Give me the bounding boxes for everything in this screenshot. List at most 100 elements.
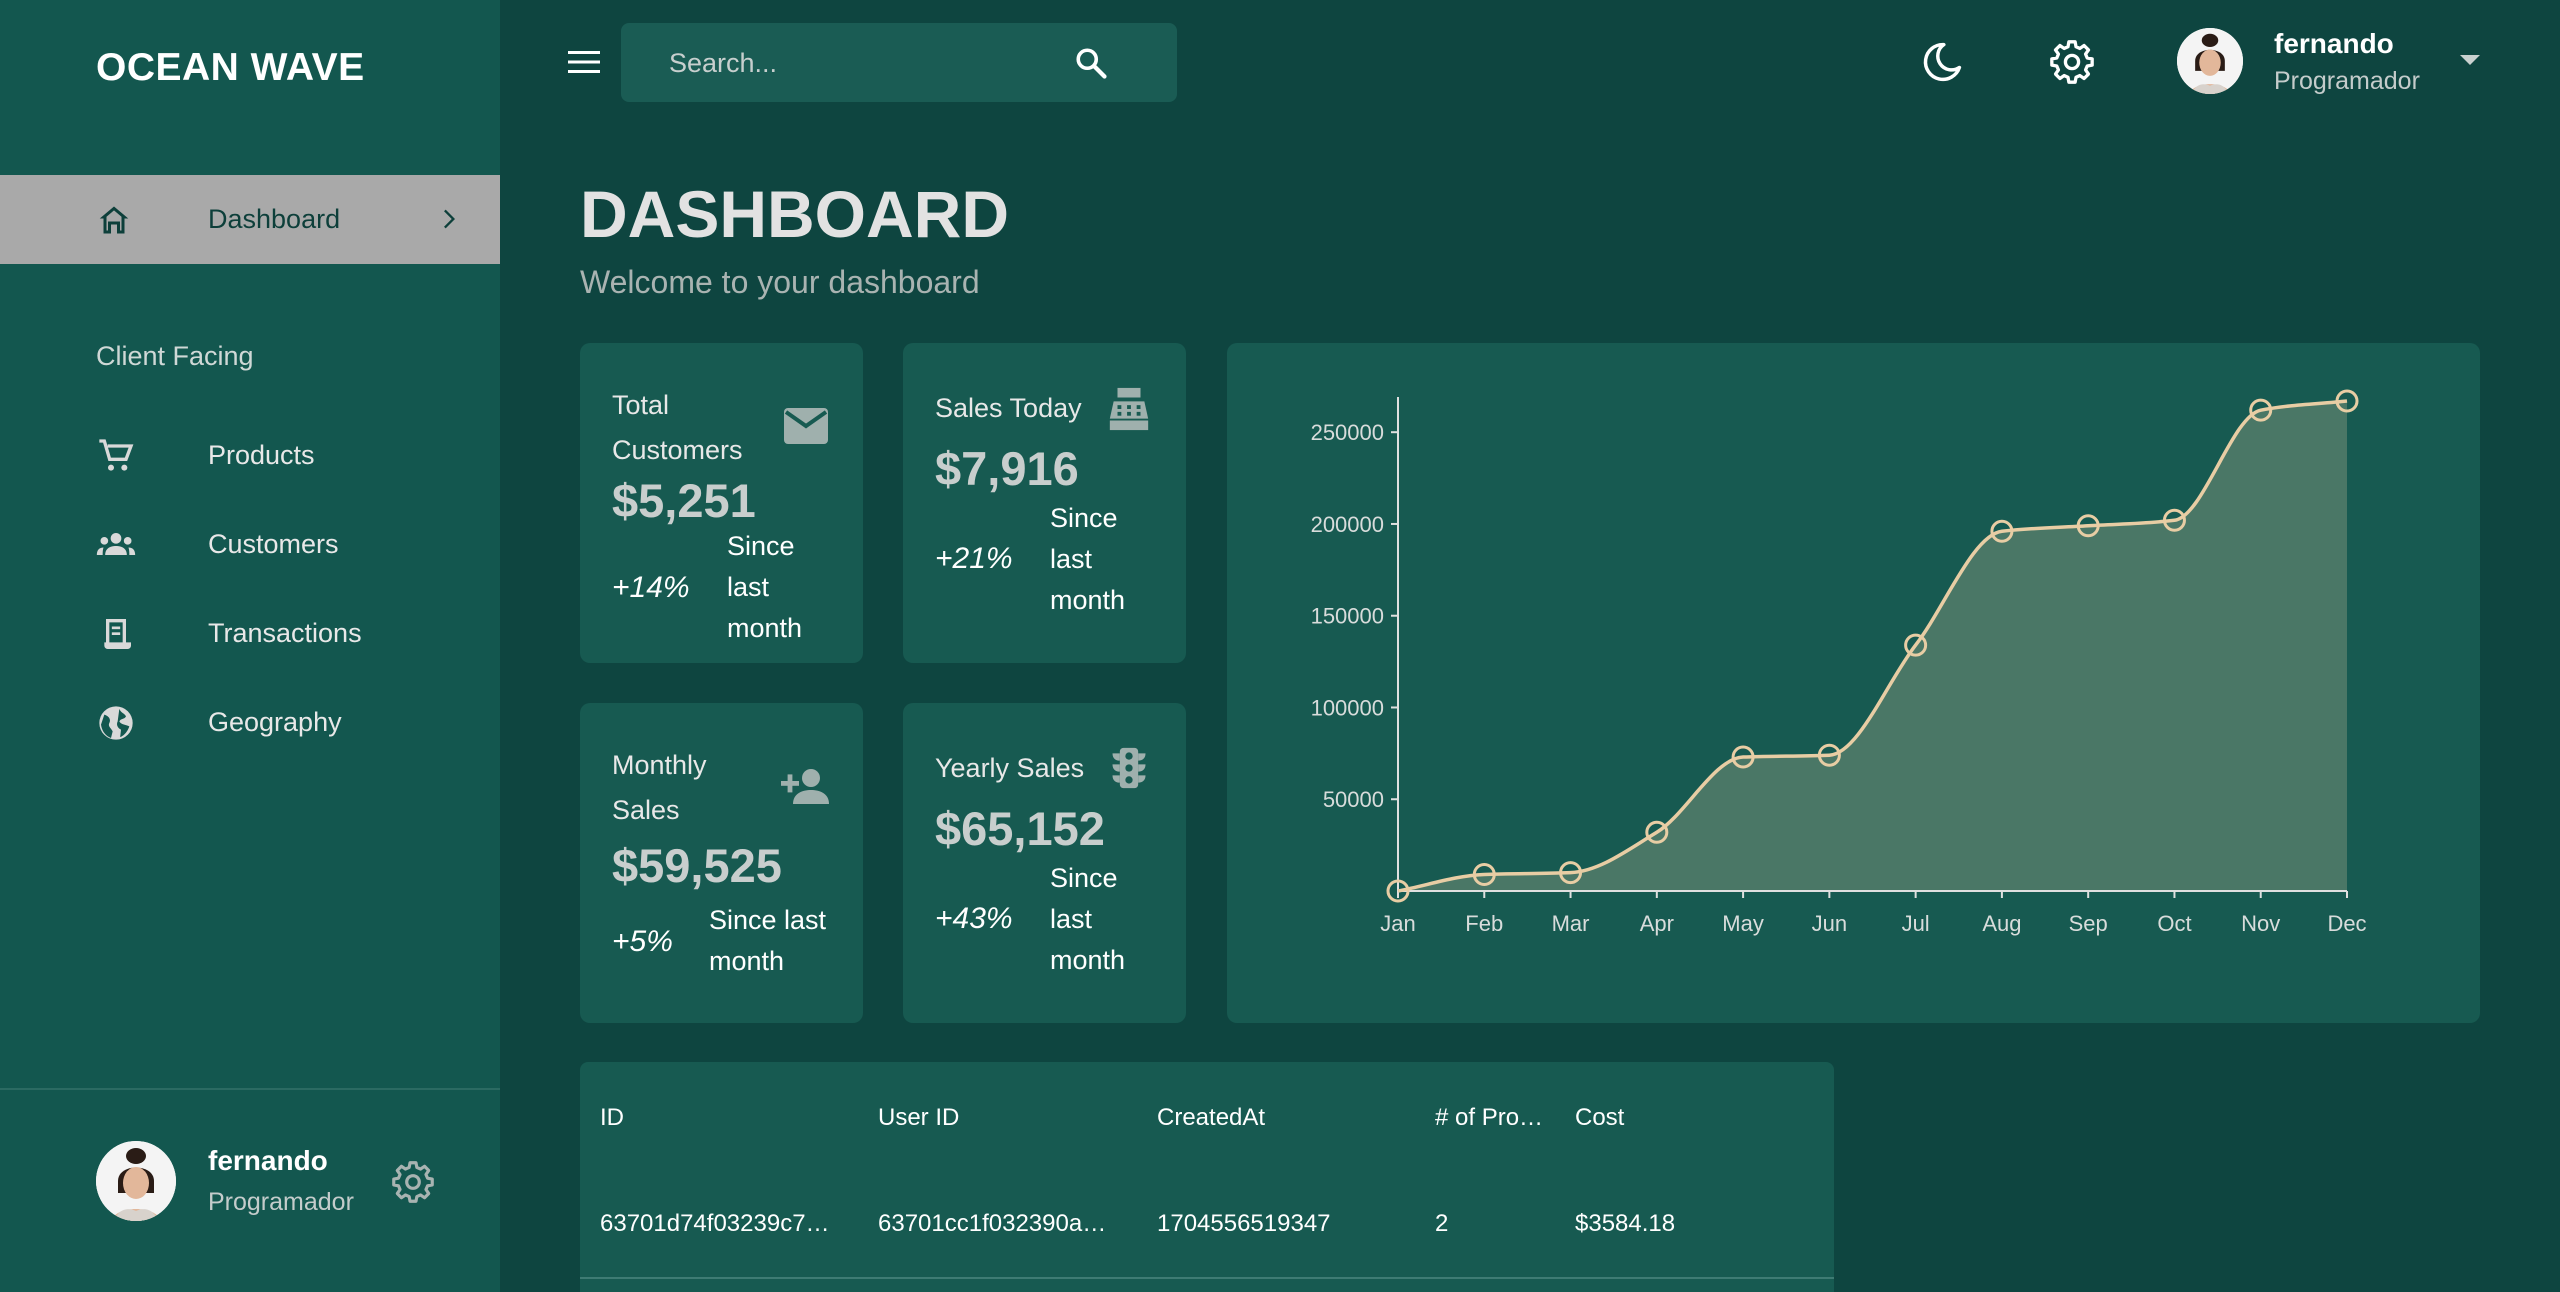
- email-icon: [784, 408, 828, 444]
- x-tick-label: Nov: [2241, 911, 2280, 936]
- stat-note-line: month: [709, 946, 785, 976]
- section-title-client-facing: Client Facing: [96, 341, 254, 371]
- stat-card-sales-today: Sales Today $7,916 +21% Since last month: [903, 343, 1186, 663]
- sidebar: OCEAN WAVE Dashboard Client Facing Produ…: [0, 0, 500, 1292]
- stat-note-line: month: [1050, 945, 1126, 975]
- stat-note-line: Since last: [709, 905, 827, 935]
- shopping-cart-icon: [99, 439, 134, 471]
- stat-title-line: Sales: [612, 795, 680, 825]
- column-header-num-products[interactable]: # of Pro…: [1435, 1104, 1543, 1132]
- avatar-portrait: [2177, 28, 2243, 94]
- stat-note-line: month: [1050, 585, 1126, 615]
- top-user-name: fernando: [2274, 28, 2394, 59]
- stat-note-line: Since: [727, 531, 795, 561]
- groups-icon: [96, 533, 136, 555]
- page-subtitle: Welcome to your dashboard: [580, 264, 980, 300]
- x-tick-label: Aug: [1982, 911, 2021, 936]
- search-icon[interactable]: [1073, 45, 1109, 81]
- avatar-portrait: [96, 1141, 176, 1221]
- stat-note-line: Since: [1050, 503, 1118, 533]
- table-cell-created-at: 1704556519347: [1157, 1210, 1331, 1237]
- x-tick-label: Dec: [2327, 911, 2366, 936]
- stat-title-line: Yearly Sales: [935, 753, 1085, 783]
- y-tick-label: 200000: [1311, 512, 1384, 537]
- y-tick-label: 50000: [1323, 787, 1384, 812]
- table-cell-id: 63701d74f03239c7…: [600, 1210, 830, 1237]
- stat-value: $59,525: [612, 839, 782, 892]
- settings-gear-icon[interactable]: [2050, 40, 2094, 84]
- y-tick-label: 150000: [1311, 604, 1384, 629]
- x-tick-label: Jan: [1380, 911, 1415, 936]
- search-input[interactable]: [669, 43, 1049, 83]
- stat-title-line: Sales Today: [935, 393, 1082, 423]
- stat-title-line: Total: [612, 390, 670, 420]
- stat-percent: +14%: [612, 571, 690, 604]
- column-header-cost[interactable]: Cost: [1575, 1104, 1624, 1132]
- stat-title: Total Customers: [612, 383, 743, 473]
- stat-card-monthly-sales: Monthly Sales $59,525 +5% Since last mon…: [580, 703, 863, 1023]
- globe-icon: [99, 706, 133, 740]
- stat-card-yearly-sales: Yearly Sales $65,152 +43% Since last mon…: [903, 703, 1186, 1023]
- column-header-id[interactable]: ID: [600, 1104, 624, 1132]
- gear-icon[interactable]: [392, 1161, 434, 1203]
- x-tick-label: Feb: [1465, 911, 1503, 936]
- stat-percent: +43%: [935, 902, 1013, 935]
- brand-logo: OCEAN WAVE: [96, 46, 365, 89]
- stat-title-line: Monthly: [612, 750, 707, 780]
- sidebar-item-products[interactable]: Products: [0, 424, 500, 484]
- stat-value: $7,916: [935, 442, 1079, 495]
- table-cell-cost: $3584.18: [1575, 1210, 1676, 1237]
- stat-note-line: Since: [1050, 863, 1118, 893]
- x-tick-label: Apr: [1640, 911, 1674, 936]
- stat-title: Monthly Sales: [612, 743, 707, 833]
- transactions-table: ID User ID CreatedAt # of Pro… Cost 6370…: [580, 1062, 1834, 1292]
- stat-percent: +21%: [935, 542, 1013, 575]
- avatar: [96, 1141, 176, 1221]
- sidebar-item-label: Customers: [208, 529, 339, 559]
- search-box: [621, 23, 1177, 102]
- y-tick-label: 100000: [1311, 695, 1384, 720]
- stat-note: Since last month: [1050, 858, 1125, 981]
- stat-note-line: last: [1050, 544, 1093, 574]
- stat-note: Since last month: [727, 526, 802, 649]
- dark-mode-icon[interactable]: [1920, 40, 1964, 84]
- stat-title: Sales Today: [935, 386, 1082, 431]
- traffic-icon: [1112, 747, 1146, 789]
- person-add-icon: [781, 769, 829, 804]
- x-tick-label: Jul: [1902, 911, 1930, 936]
- x-tick-label: Jun: [1812, 911, 1847, 936]
- stat-value: $65,152: [935, 802, 1105, 855]
- sidebar-item-dashboard[interactable]: Dashboard: [0, 175, 500, 264]
- top-user-role: Programador: [2274, 67, 2420, 95]
- sidebar-user-name: fernando: [208, 1145, 328, 1176]
- x-tick-label: Mar: [1552, 911, 1590, 936]
- stat-title: Yearly Sales: [935, 746, 1084, 791]
- chart-area-fill: [1398, 401, 2347, 891]
- sidebar-item-customers[interactable]: Customers: [0, 513, 500, 573]
- column-header-user-id[interactable]: User ID: [878, 1104, 959, 1132]
- stat-note: Since last month: [1050, 498, 1125, 621]
- menu-icon[interactable]: [566, 46, 602, 78]
- chevron-right-icon: [444, 209, 455, 229]
- table-cell-user-id: 63701cc1f032390a…: [878, 1210, 1107, 1237]
- stat-note-line: month: [727, 613, 803, 643]
- sidebar-item-label: Geography: [208, 707, 342, 737]
- user-avatar[interactable]: [2177, 28, 2243, 94]
- stat-note: Since last month: [709, 900, 826, 982]
- table-row-divider: [580, 1277, 1834, 1279]
- sidebar-item-geography[interactable]: Geography: [0, 691, 500, 751]
- stat-note-line: last: [1050, 904, 1093, 934]
- y-tick-label: 250000: [1311, 420, 1384, 445]
- sales-chart-card: 50000 100000 150000 200000 250000 Jan Feb Mar Ap…: [1227, 343, 2480, 1023]
- table-cell-num-products: 2: [1435, 1210, 1449, 1237]
- x-tick-label: May: [1722, 911, 1764, 936]
- sidebar-user-role: Programador: [208, 1188, 354, 1216]
- page-title: DASHBOARD: [580, 177, 1009, 251]
- home-icon: [99, 206, 129, 234]
- sidebar-item-transactions[interactable]: Transactions: [0, 602, 500, 662]
- sidebar-item-label: Transactions: [208, 618, 362, 648]
- column-header-created-at[interactable]: CreatedAt: [1157, 1104, 1265, 1132]
- dropdown-arrow-icon[interactable]: [2458, 52, 2482, 68]
- receipt-icon: [104, 619, 131, 649]
- stat-percent: +5%: [612, 925, 673, 958]
